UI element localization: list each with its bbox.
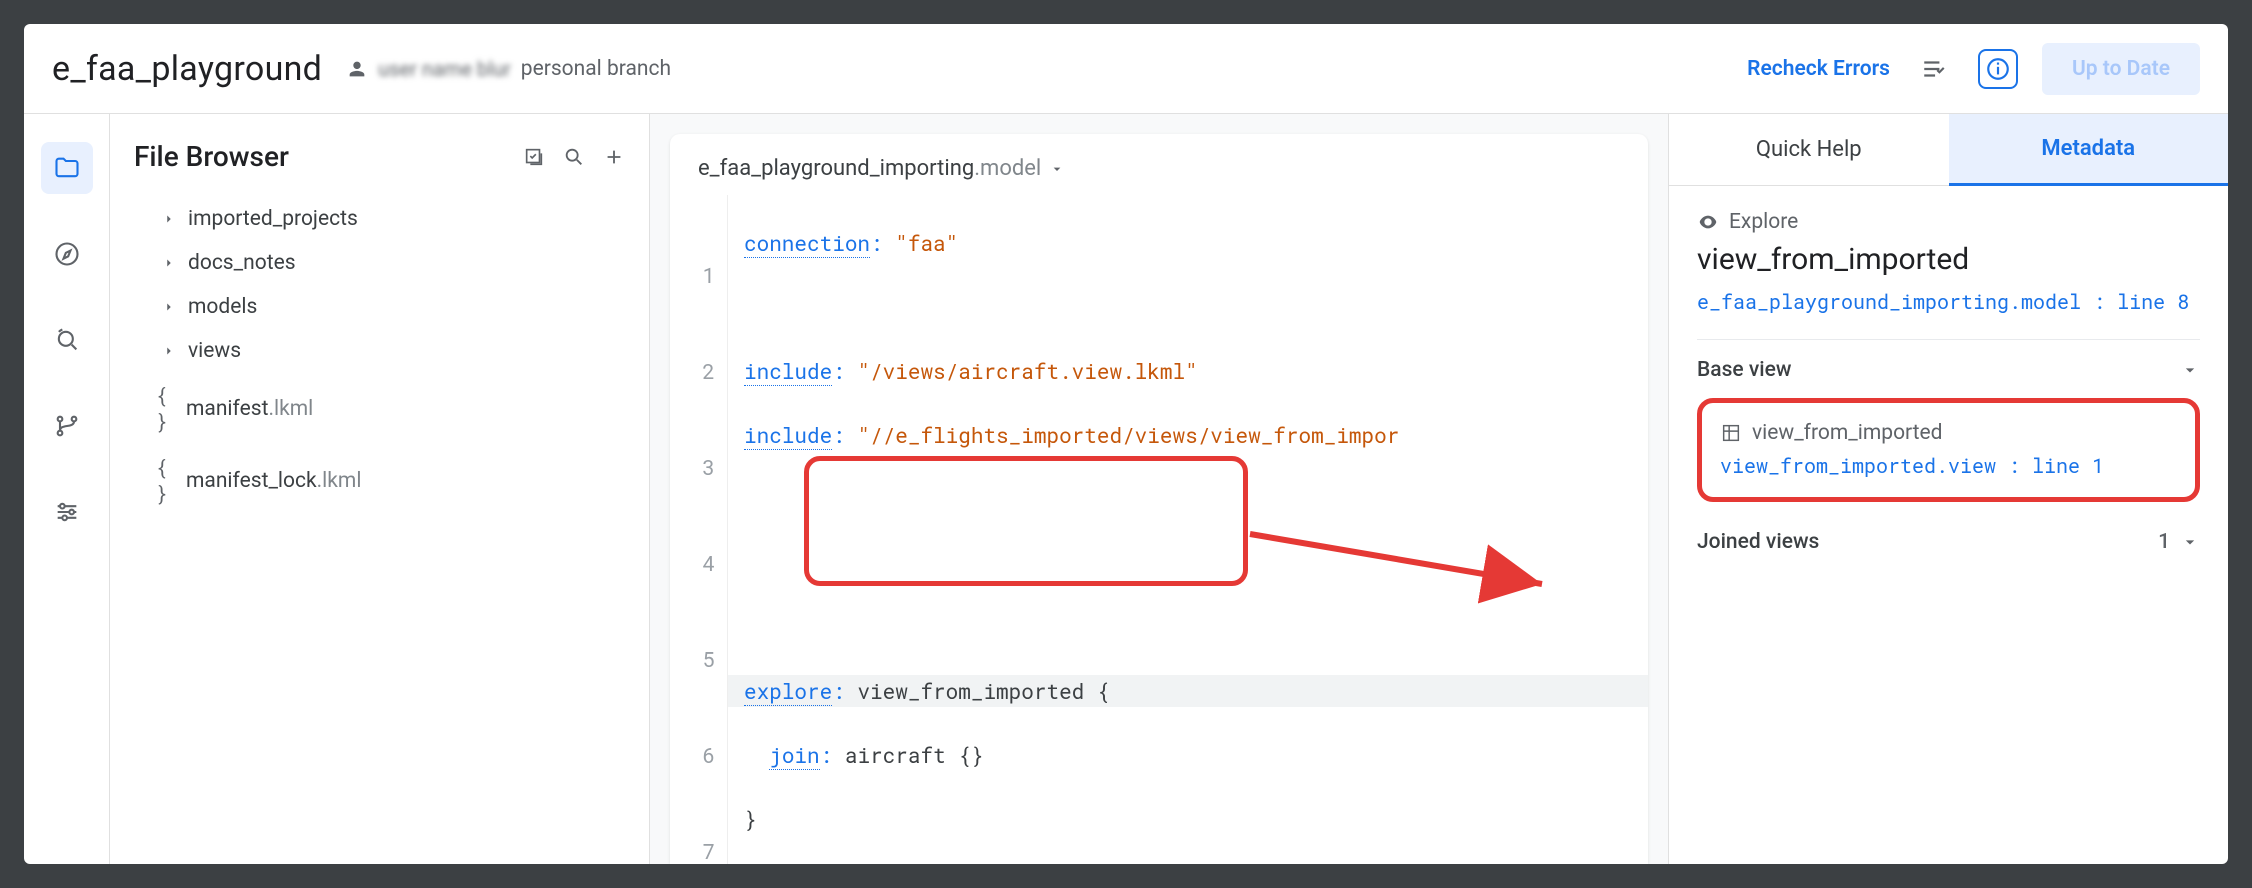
tree-folder[interactable]: imported_projects	[134, 197, 625, 241]
chevron-down-icon	[2180, 360, 2200, 380]
bulk-edit-icon[interactable]	[523, 146, 545, 168]
caret-down-icon[interactable]	[1049, 161, 1065, 177]
file-ext: .lkml	[268, 397, 313, 421]
project-title: e_faa_playground	[52, 49, 322, 89]
editor-area: e_faa_playground_importing.model 1 2 3 4…	[650, 114, 1668, 864]
rail-git[interactable]	[41, 400, 93, 452]
file-name: manifest	[186, 397, 268, 421]
metadata-kind: Explore	[1697, 210, 2200, 234]
caret-right-icon	[162, 212, 176, 226]
uptodate-button: Up to Date	[2042, 43, 2200, 95]
base-view-link[interactable]: view_from_imported.view : line 1	[1720, 453, 2104, 479]
validate-icon-button[interactable]	[1914, 49, 1954, 89]
folder-icon	[53, 154, 81, 182]
folder-label: views	[188, 339, 241, 363]
rail-file-browser[interactable]	[41, 142, 93, 194]
git-branch-icon	[53, 412, 81, 440]
file-ext: .lkml	[317, 469, 362, 493]
header: e_faa_playground user name blur personal…	[24, 24, 2228, 114]
editor-tab[interactable]: e_faa_playground_importing.model	[670, 134, 1648, 195]
tree-folder[interactable]: docs_notes	[134, 241, 625, 285]
file-tab-ext: .model	[974, 156, 1041, 181]
section-base-view[interactable]: Base view	[1697, 358, 2200, 382]
file-browser-title: File Browser	[134, 140, 483, 173]
nav-rail	[24, 114, 110, 864]
info-icon	[1985, 56, 2011, 82]
branch-label: personal branch	[521, 57, 671, 81]
recheck-errors-link[interactable]: Recheck Errors	[1747, 57, 1890, 81]
table-icon	[1720, 422, 1742, 444]
file-tree: imported_projects docs_notes models view…	[134, 197, 625, 517]
checklist-icon	[1921, 56, 1947, 82]
tab-metadata[interactable]: Metadata	[1949, 114, 2229, 186]
metadata-body: Explore view_from_imported e_faa_playgro…	[1669, 186, 2228, 594]
rail-find-replace[interactable]	[41, 314, 93, 366]
user-area[interactable]: user name blur personal branch	[346, 57, 671, 81]
rail-object-browser[interactable]	[41, 228, 93, 280]
line-gutter: 1 2 3 4 5 6 7 8▾ 9 10 11	[670, 195, 728, 864]
info-icon-button[interactable]	[1978, 49, 2018, 89]
search-icon[interactable]	[563, 146, 585, 168]
base-view-row[interactable]: view_from_imported	[1720, 421, 2177, 445]
sliders-icon	[53, 498, 81, 526]
right-panel-tabs: Quick Help Metadata	[1669, 114, 2228, 186]
folder-label: imported_projects	[188, 207, 358, 231]
collapse-icon[interactable]	[483, 146, 505, 168]
chevron-down-icon	[2180, 532, 2200, 552]
editor-card: e_faa_playground_importing.model 1 2 3 4…	[670, 134, 1648, 864]
file-name: manifest_lock	[186, 469, 317, 493]
tree-file[interactable]: { } manifest.lkml	[134, 373, 625, 445]
add-icon[interactable]	[603, 146, 625, 168]
divider	[1697, 339, 2200, 340]
caret-right-icon	[162, 256, 176, 270]
search-refresh-icon	[53, 326, 81, 354]
body: File Browser imported_projects docs_note…	[24, 114, 2228, 864]
tree-folder[interactable]: views	[134, 329, 625, 373]
file-tab-name: e_faa_playground_importing	[698, 156, 974, 181]
metadata-source-link[interactable]: e_faa_playground_importing.model : line …	[1697, 287, 2200, 317]
caret-right-icon	[162, 344, 176, 358]
folder-label: models	[188, 295, 257, 319]
right-panel: Quick Help Metadata Explore view_from_im…	[1668, 114, 2228, 864]
braces-icon: { }	[150, 455, 174, 507]
rail-settings[interactable]	[41, 486, 93, 538]
user-icon	[346, 58, 368, 80]
tree-folder[interactable]: models	[134, 285, 625, 329]
braces-icon: { }	[150, 383, 174, 435]
file-browser-panel: File Browser imported_projects docs_note…	[110, 114, 650, 864]
compass-icon	[53, 240, 81, 268]
base-view-box: view_from_imported view_from_imported.vi…	[1697, 398, 2200, 502]
eye-icon	[1697, 211, 1719, 233]
section-joined-views[interactable]: Joined views 1	[1697, 530, 2200, 554]
tab-quickhelp[interactable]: Quick Help	[1669, 114, 1949, 186]
folder-label: docs_notes	[188, 251, 296, 275]
metadata-entity-name: view_from_imported	[1697, 242, 2200, 277]
code-content[interactable]: connection: "faa" include: "/views/aircr…	[728, 195, 1648, 864]
caret-right-icon	[162, 300, 176, 314]
code-editor[interactable]: 1 2 3 4 5 6 7 8▾ 9 10 11 connection: "fa…	[670, 195, 1648, 864]
user-name-blurred: user name blur	[378, 57, 511, 81]
app-window: e_faa_playground user name blur personal…	[24, 24, 2228, 864]
tree-file[interactable]: { } manifest_lock.lkml	[134, 445, 625, 517]
